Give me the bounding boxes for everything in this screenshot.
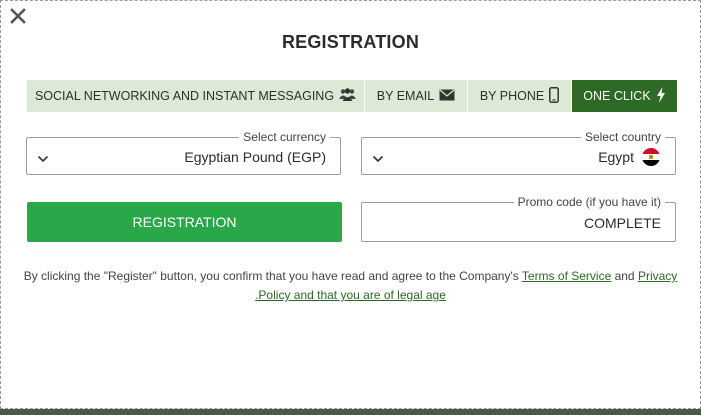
promo-code-field[interactable]: Promo code (if you have it) COMPLETE <box>361 195 676 242</box>
currency-legend: Select currency <box>239 130 330 144</box>
close-icon[interactable] <box>9 7 27 25</box>
disclaimer-text: By clicking the "Register" button, you c… <box>23 269 522 283</box>
tab-phone-label: BY PHONE <box>479 89 545 103</box>
country-value: Egypt <box>598 149 634 165</box>
privacy-policy-link[interactable]: Privacy <box>638 269 677 283</box>
currency-select[interactable]: Select currency Egyptian Pound (EGP) <box>26 130 341 175</box>
users-icon <box>339 88 356 104</box>
country-legend: Select country <box>580 130 665 144</box>
tab-social-label: SOCIAL NETWORKING AND INSTANT MESSAGING <box>34 89 335 103</box>
registration-button[interactable]: REGISTRATION <box>27 202 342 242</box>
currency-value: Egyptian Pound (EGP) <box>184 149 326 165</box>
tab-phone[interactable]: BY PHONE <box>468 80 572 112</box>
tab-one-click-label: ONE CLICK <box>583 89 651 103</box>
envelope-icon <box>439 89 455 104</box>
tab-social[interactable]: SOCIAL NETWORKING AND INSTANT MESSAGING <box>27 80 365 112</box>
egypt-flag-icon <box>642 148 660 166</box>
terms-of-service-link[interactable]: Terms of Service <box>522 269 611 283</box>
page-title: REGISTRATION <box>281 32 420 52</box>
country-select[interactable]: Select country Egypt <box>361 130 676 175</box>
disclaimer-and: and <box>611 269 638 283</box>
promo-value: COMPLETE <box>583 215 661 231</box>
chevron-down-icon <box>372 151 384 163</box>
registration-tabs: SOCIAL NETWORKING AND INSTANT MESSAGING … <box>27 80 677 112</box>
registration-modal: REGISTRATION SOCIAL NETWORKING AND INSTA… <box>0 0 701 409</box>
tab-email-label: BY EMAIL <box>376 89 435 103</box>
tab-email[interactable]: BY EMAIL <box>365 80 468 112</box>
chevron-down-icon <box>37 151 49 163</box>
legal-disclaimer: By clicking the "Register" button, you c… <box>21 267 680 305</box>
phone-icon <box>549 86 560 106</box>
lightning-icon <box>656 86 666 106</box>
privacy-policy-link-continued[interactable]: .Policy and that you are of legal age <box>255 288 446 302</box>
promo-legend: Promo code (if you have it) <box>513 195 665 209</box>
tab-one-click[interactable]: ONE CLICK <box>572 80 677 112</box>
